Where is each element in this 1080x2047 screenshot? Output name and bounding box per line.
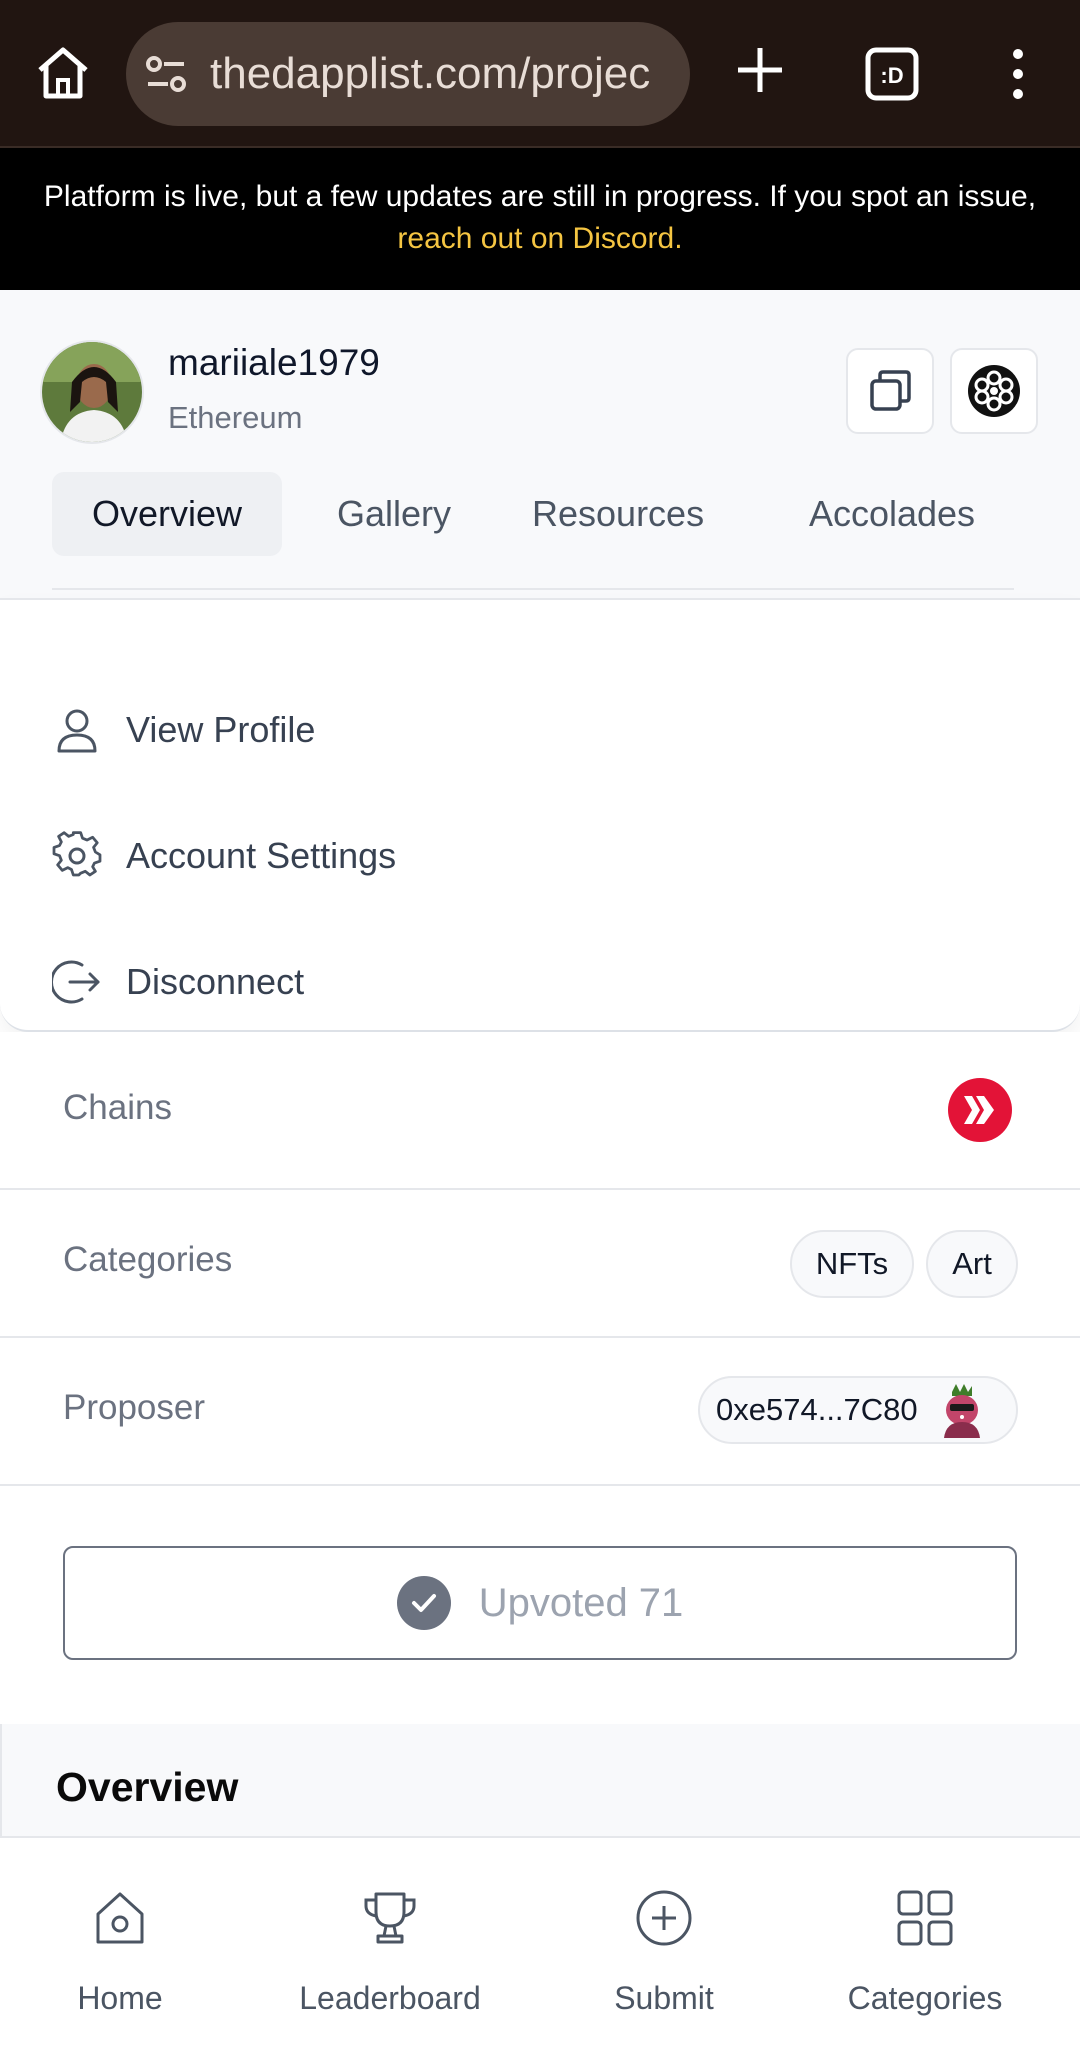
site-settings-icon[interactable]: [144, 52, 188, 96]
nav-label: Home: [77, 1980, 163, 2016]
gear-icon: [52, 831, 102, 877]
nav-label: Categories: [847, 1980, 1003, 2016]
hive-chain-icon[interactable]: [948, 1078, 1012, 1142]
url-text: thedapplist.com/projec: [210, 49, 651, 98]
announcement-banner: Platform is live, but a few updates are …: [0, 148, 1080, 290]
grid-icon: [897, 1890, 953, 1946]
logout-icon: [52, 960, 100, 1004]
nav-home[interactable]: Home: [40, 1838, 200, 2047]
browser-toolbar: thedapplist.com/projec :D: [0, 0, 1080, 148]
copy-button[interactable]: [846, 348, 934, 434]
plus-circle-icon: [636, 1890, 692, 1946]
tab-gallery[interactable]: Gallery: [304, 472, 484, 556]
home-icon[interactable]: [30, 40, 96, 106]
tab-overview[interactable]: Overview: [52, 472, 282, 556]
chains-row: Chains: [0, 1032, 1080, 1190]
overview-heading: Overview: [56, 1764, 239, 1810]
user-icon: [57, 709, 97, 753]
discord-link[interactable]: reach out on Discord.: [397, 222, 682, 255]
tab-accolades[interactable]: Accolades: [770, 472, 1014, 556]
menu-item-label: Account Settings: [126, 835, 397, 876]
upvote-label: Upvoted 71: [478, 1580, 684, 1625]
proposer-address: 0xe574...7C80: [716, 1392, 918, 1427]
banner-text: Platform is live, but a few updates are …: [43, 180, 1037, 213]
project-name: mariiale1979: [168, 342, 380, 383]
tab-switcher-icon: :D: [865, 47, 919, 101]
menu-item-view-profile[interactable]: View Profile: [52, 690, 315, 770]
category-chip-nfts[interactable]: NFTs: [790, 1230, 914, 1298]
network-icon: [968, 365, 1020, 417]
nav-leaderboard[interactable]: Leaderboard: [280, 1838, 500, 2047]
network-button[interactable]: [950, 348, 1038, 434]
project-avatar: [40, 340, 144, 444]
menu-item-label: View Profile: [126, 709, 316, 750]
proposer-chip[interactable]: 0xe574...7C80: [698, 1376, 1018, 1444]
copy-icon: [870, 370, 911, 411]
home-icon: [96, 1892, 144, 1944]
trophy-icon: [364, 1892, 416, 1944]
tab-count: :D: [880, 63, 903, 88]
proposer-label: Proposer: [63, 1388, 206, 1427]
categories-label: Categories: [63, 1240, 233, 1279]
project-chain: Ethereum: [168, 400, 303, 435]
avatar-image: [42, 342, 142, 442]
proposer-row: Proposer 0xe574...7C80: [0, 1338, 1080, 1486]
categories-row: Categories NFTs Art: [0, 1190, 1080, 1338]
nav-submit[interactable]: Submit: [584, 1838, 744, 2047]
menu-item-disconnect[interactable]: Disconnect: [52, 942, 304, 1022]
category-chip-art[interactable]: Art: [926, 1230, 1018, 1298]
account-menu: View Profile Account Settings Disconnect: [0, 598, 1080, 1032]
overview-section: Overview: [0, 1724, 1080, 1838]
nav-label: Submit: [614, 1980, 714, 2016]
menu-item-account-settings[interactable]: Account Settings: [52, 816, 396, 896]
chains-label: Chains: [63, 1088, 172, 1127]
proposer-avatar-icon: [943, 1384, 980, 1438]
nav-categories[interactable]: Categories: [830, 1838, 1020, 2047]
tab-switcher-button[interactable]: :D: [862, 44, 922, 104]
check-circle-icon: [396, 1576, 451, 1630]
nav-label: Leaderboard: [299, 1980, 481, 2016]
upvote-button[interactable]: Upvoted 71: [63, 1546, 1017, 1660]
new-tab-icon[interactable]: [730, 40, 790, 100]
bottom-navigation: Home Leaderboard Submit Categories: [0, 1836, 1080, 2047]
menu-item-label: Disconnect: [126, 961, 305, 1002]
more-options-icon[interactable]: [1000, 44, 1036, 104]
project-tabs: Overview Gallery Resources Accolades: [52, 472, 1014, 590]
url-bar[interactable]: thedapplist.com/projec: [126, 22, 690, 126]
